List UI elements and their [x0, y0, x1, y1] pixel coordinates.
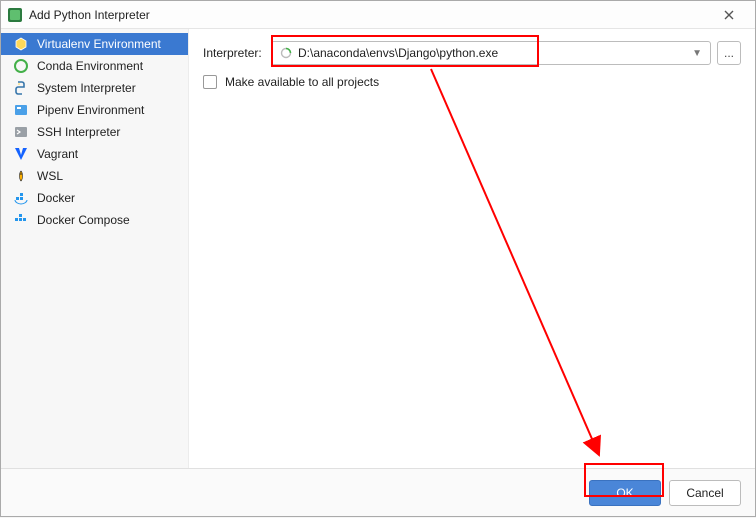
chevron-down-icon: ▼	[692, 48, 702, 59]
close-button[interactable]	[709, 2, 749, 28]
sidebar-item-conda[interactable]: Conda Environment	[1, 55, 188, 77]
sidebar-item-label: Docker Compose	[37, 213, 130, 227]
docker-icon	[13, 190, 29, 206]
sidebar-item-docker[interactable]: Docker	[1, 187, 188, 209]
sidebar-item-docker-compose[interactable]: Docker Compose	[1, 209, 188, 231]
content-area: Virtualenv Environment Conda Environment…	[1, 29, 755, 468]
docker-compose-icon	[13, 212, 29, 228]
sidebar-item-label: Vagrant	[37, 147, 78, 161]
cancel-label: Cancel	[686, 486, 723, 500]
app-icon	[7, 7, 23, 23]
sidebar-item-label: Docker	[37, 191, 75, 205]
sidebar-item-label: Pipenv Environment	[37, 103, 144, 117]
dialog-window: Add Python Interpreter Virtualenv Enviro…	[0, 0, 756, 517]
wsl-icon	[13, 168, 29, 184]
footer: OK Cancel	[1, 468, 755, 516]
interpreter-label: Interpreter:	[203, 46, 271, 60]
sidebar-item-label: Virtualenv Environment	[37, 37, 161, 51]
interpreter-value: D:\anaconda\envs\Django\python.exe	[298, 46, 692, 60]
ellipsis-label: ...	[724, 46, 734, 60]
vagrant-icon	[13, 146, 29, 162]
make-available-row: Make available to all projects	[203, 75, 741, 89]
make-available-label: Make available to all projects	[225, 75, 379, 89]
conda-icon	[13, 58, 29, 74]
virtualenv-icon	[13, 36, 29, 52]
sidebar-item-pipenv[interactable]: Pipenv Environment	[1, 99, 188, 121]
ok-label: OK	[616, 486, 633, 500]
pipenv-icon	[13, 102, 29, 118]
browse-button[interactable]: ...	[717, 41, 741, 65]
cancel-button[interactable]: Cancel	[669, 480, 741, 506]
make-available-checkbox[interactable]	[203, 75, 217, 89]
ok-button[interactable]: OK	[589, 480, 661, 506]
python-icon	[13, 80, 29, 96]
sidebar-item-label: WSL	[37, 169, 63, 183]
interpreter-combobox[interactable]: D:\anaconda\envs\Django\python.exe ▼	[271, 41, 711, 65]
sidebar-item-label: System Interpreter	[37, 81, 136, 95]
main-panel: Interpreter: D:\anaconda\envs\Django\pyt…	[189, 29, 755, 468]
titlebar: Add Python Interpreter	[1, 1, 755, 29]
sidebar-item-system[interactable]: System Interpreter	[1, 77, 188, 99]
sidebar-item-ssh[interactable]: SSH Interpreter	[1, 121, 188, 143]
window-title: Add Python Interpreter	[29, 8, 709, 22]
sidebar-item-label: Conda Environment	[37, 59, 143, 73]
sidebar: Virtualenv Environment Conda Environment…	[1, 29, 189, 468]
sidebar-item-virtualenv[interactable]: Virtualenv Environment	[1, 33, 188, 55]
ssh-icon	[13, 124, 29, 140]
sidebar-item-label: SSH Interpreter	[37, 125, 120, 139]
interpreter-row: Interpreter: D:\anaconda\envs\Django\pyt…	[203, 41, 741, 65]
sidebar-item-wsl[interactable]: WSL	[1, 165, 188, 187]
loading-spinner-icon	[280, 47, 292, 59]
sidebar-item-vagrant[interactable]: Vagrant	[1, 143, 188, 165]
